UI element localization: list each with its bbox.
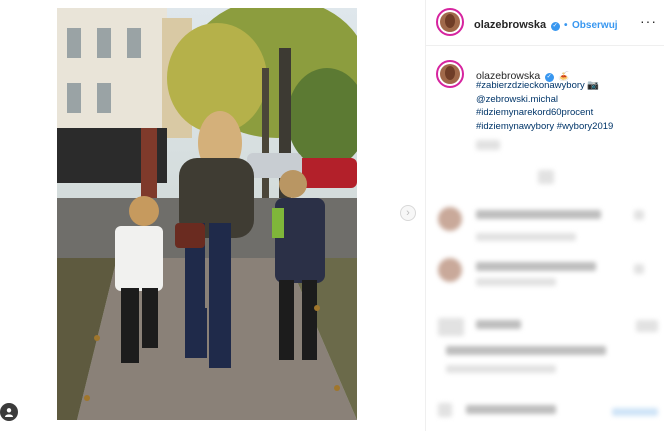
user-icon[interactable] (0, 403, 18, 421)
verified-badge-icon: ✓ (550, 22, 560, 31)
blurred-comment (476, 320, 521, 329)
photo-scene (57, 8, 357, 420)
more-options-icon[interactable]: ··· (640, 13, 657, 29)
blurred-timestamp (476, 140, 500, 150)
blurred-comment (466, 405, 556, 414)
blurred-comment (476, 210, 601, 219)
caption-hashtag-line[interactable]: #idziemynawybory #wybory2019 (476, 120, 656, 134)
caption-author-avatar[interactable] (436, 60, 464, 88)
blurred-comment-meta (476, 233, 576, 241)
blurred-link (612, 408, 658, 416)
post-sidebar: olazebrowska ✓ • Obserwuj ··· olazebrows… (425, 0, 664, 431)
post-photo[interactable] (57, 8, 357, 420)
blurred-comment (446, 346, 606, 355)
user-glyph (5, 408, 13, 417)
blurred-element (538, 170, 554, 184)
caption-hashtag-line[interactable]: #zabierzdzieckonawybory 📷 (476, 79, 656, 93)
blurred-comment-avatar (438, 258, 462, 282)
author-line: olazebrowska ✓ • Obserwuj (474, 15, 618, 33)
blurred-comment-avatar (438, 207, 462, 231)
post-header: olazebrowska ✓ • Obserwuj ··· (426, 0, 664, 46)
author-username[interactable]: olazebrowska (474, 19, 546, 31)
blurred-element (438, 403, 452, 417)
blurred-comment-avatar (438, 318, 464, 336)
chevron-right-icon: › (406, 207, 410, 219)
caption-mention-line[interactable]: @zebrowski.michal (476, 93, 656, 107)
blurred-comment (446, 365, 556, 373)
blurred-like-icon (634, 210, 644, 220)
blurred-like-icon (634, 264, 644, 274)
blurred-comment (476, 262, 596, 271)
follow-separator: • (564, 20, 568, 31)
blurred-element (636, 320, 658, 332)
next-media-button[interactable]: › (400, 205, 416, 221)
follow-button[interactable]: Obserwuj (572, 20, 618, 31)
caption-hashtag-line[interactable]: #idziemynarekord60procent (476, 106, 656, 120)
author-avatar[interactable] (436, 8, 464, 36)
blurred-comment (476, 278, 556, 286)
caption-text: #zabierzdzieckonawybory 📷 @zebrowski.mic… (476, 79, 656, 133)
